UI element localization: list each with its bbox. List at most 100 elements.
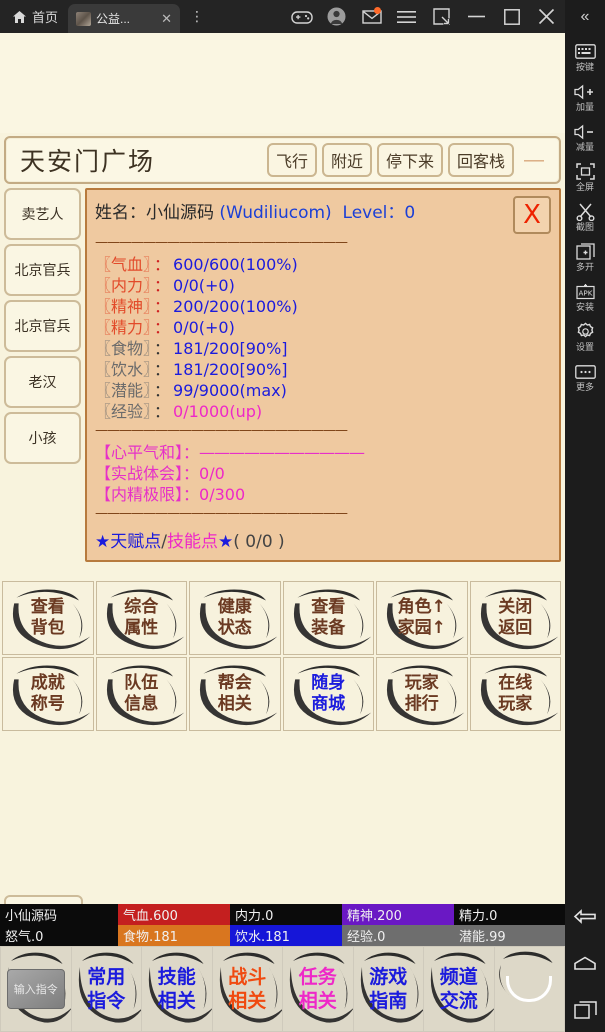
action-guild-related[interactable]: 帮会 相关 [189, 657, 281, 731]
extra-key: 【内精极限】 [95, 485, 184, 504]
nav-back-button[interactable] [565, 894, 605, 940]
hud-player-name: 小仙源码 [5, 909, 58, 924]
command-input-chip[interactable]: 输入指令 [6, 969, 65, 1009]
command-guide[interactable]: 游戏 指南 [353, 947, 423, 1031]
location-action-inn[interactable]: 回客栈 [447, 143, 514, 177]
home-tab[interactable]: 首页 [0, 0, 68, 33]
npc-item-0[interactable]: 卖艺人 [4, 188, 81, 240]
npc-item-4[interactable]: 小孩 [4, 412, 81, 464]
npc-item-1[interactable]: 北京官兵 [4, 244, 81, 296]
main-column: 姓名：小仙源码 (Wudiliucom) Level：0 X —————————… [83, 184, 565, 884]
stat-key: 〖潜能〗 [95, 381, 152, 400]
action-role-home[interactable]: 角色↑ 家园↑ [376, 581, 468, 655]
stat-key: 〖精力〗 [95, 318, 152, 337]
extra-key: 【心平气和】 [95, 443, 184, 462]
action-row-1: 查看 背包 综合 属性 健康 状态 查看 装备 角色↑ 家园↑ 关闭 返回 [2, 581, 561, 657]
location-name: 天安门广场 [20, 147, 156, 176]
action-portable-shop[interactable]: 随身 商城 [282, 657, 374, 731]
collapse-sidebar-icon[interactable]: « [565, 0, 605, 33]
stat-colon: ： [154, 402, 171, 421]
tab-options-icon[interactable]: ⋮ [180, 0, 214, 33]
command-skills[interactable]: 技能 相关 [142, 947, 212, 1031]
toolbar-item-screenshot[interactable]: 截图 [565, 202, 605, 233]
action-label: 查看 装备 [311, 597, 346, 638]
action-label: 随身 商城 [311, 673, 346, 714]
toolbar-item-settings[interactable]: 设置 [565, 322, 605, 353]
action-close-return[interactable]: 关闭 返回 [469, 581, 561, 655]
stat-value: 99/9000(max) [173, 381, 287, 400]
extra-row-shizhantihui: 【实战体会】：0/0 [95, 463, 551, 484]
action-health-status[interactable]: 健康 状态 [189, 581, 281, 655]
npc-item-2[interactable]: 北京官兵 [4, 300, 81, 352]
svg-text:APK: APK [578, 288, 592, 297]
mail-icon[interactable] [355, 0, 388, 33]
skill-points-link[interactable]: 技能点 [167, 532, 218, 552]
nav-recents-button[interactable] [565, 986, 605, 1032]
close-panel-button[interactable]: X [513, 196, 551, 234]
tab-favicon [76, 11, 92, 26]
action-view-equipment[interactable]: 查看 装备 [282, 581, 374, 655]
talent-points-link[interactable]: 天赋点 [110, 532, 161, 552]
command-label: 技能 相关 [157, 966, 196, 1012]
command-combat[interactable]: 战斗 相关 [212, 947, 282, 1031]
maximize-icon[interactable] [495, 0, 528, 33]
action-view-backpack[interactable]: 查看 背包 [2, 581, 94, 655]
action-achievement-title[interactable]: 成就 称号 [2, 657, 94, 731]
toolbar-label: 多开 [575, 262, 594, 272]
talent-values: ( 0/0 ) [233, 532, 285, 552]
action-label: 健康 状态 [217, 597, 252, 638]
toolbar-label: 全屏 [575, 182, 594, 192]
toolbar-item-more[interactable]: 更多 [565, 362, 605, 393]
gamepad-icon[interactable] [285, 0, 318, 33]
window-close-icon[interactable] [530, 0, 563, 33]
command-input-button[interactable]: 输入指令 [1, 947, 71, 1031]
command-bar: 输入指令 常用 指令 技能 相关 战斗 相关 任务 相关 游戏 指南 频道 交流 [0, 946, 565, 1032]
action-label: 玩家 排行 [404, 673, 439, 714]
close-icon[interactable]: ✕ [159, 11, 174, 27]
toolbar-item-multi-instance[interactable]: 多开 [565, 242, 605, 273]
minimize-icon[interactable]: — [514, 149, 551, 172]
stat-key: 〖气血〗 [95, 255, 152, 274]
panel-divider-2: ————————————————————— [95, 423, 348, 438]
toolbar-item-fullscreen[interactable]: 全屏 [565, 162, 605, 193]
tab-title: 公益... [96, 12, 131, 26]
location-action-stop[interactable]: 停下来 [376, 143, 443, 177]
action-player-ranking[interactable]: 玩家 排行 [376, 657, 468, 731]
toolbar-item-volume-up[interactable]: 加量 [565, 82, 605, 113]
hud-hp: 气血.600 [118, 904, 230, 925]
stat-row-jingshen: 〖精神〗： 200/200(100%) [95, 296, 551, 317]
name-label: 姓名： [95, 203, 146, 223]
command-quests[interactable]: 任务 相关 [283, 947, 353, 1031]
action-label: 查看 背包 [30, 597, 65, 638]
command-common[interactable]: 常用 指令 [71, 947, 141, 1031]
account-icon[interactable] [320, 0, 353, 33]
command-channels[interactable]: 频道 交流 [424, 947, 494, 1031]
hud-row-1: 小仙源码 气血.600 内力.0 精神.200 精力.0 [0, 904, 565, 925]
toolbar-label: 设置 [575, 342, 594, 352]
toolbar-item-keyboard[interactable]: 按键 [565, 42, 605, 73]
toolbar-item-install-apk[interactable]: APK 安装 [565, 282, 605, 313]
resize-icon[interactable] [425, 0, 458, 33]
nav-home-button[interactable] [565, 940, 605, 986]
action-online-players[interactable]: 在线 玩家 [469, 657, 561, 731]
location-action-fly[interactable]: 飞行 [266, 143, 317, 177]
titlebar-icon-group [285, 0, 565, 33]
command-teacup-button[interactable] [494, 947, 564, 1031]
stat-row-yinshui: 〖饮水〗： 181/200[90%] [95, 359, 551, 380]
stat-key: 〖食物〗 [95, 339, 152, 358]
stat-list: 〖气血〗： 600/600(100%) 〖内力〗： 0/0(+0) 〖精神〗： 200… [95, 254, 551, 422]
extra-stat-list: 【心平气和】：——————————— 【实战体会】：0/0 【内精极限】：0/3… [95, 442, 551, 505]
action-overall-attributes[interactable]: 综合 属性 [95, 581, 187, 655]
stat-key: 〖精神〗 [95, 297, 152, 316]
location-action-nearby[interactable]: 附近 [321, 143, 372, 177]
toolbar-item-volume-down[interactable]: 减量 [565, 122, 605, 153]
location-header: 天安门广场 飞行 附近 停下来 回客栈 — [4, 136, 561, 184]
browser-tab-active[interactable]: 公益... ✕ [68, 4, 181, 33]
screen-blank-area [0, 33, 565, 133]
command-label: 常用 指令 [87, 966, 126, 1012]
npc-item-3[interactable]: 老汉 [4, 356, 81, 408]
stat-value: 181/200[90%] [173, 360, 288, 379]
action-team-info[interactable]: 队伍 信息 [95, 657, 187, 731]
minimize-icon[interactable] [460, 0, 493, 33]
menu-icon[interactable] [390, 0, 423, 33]
